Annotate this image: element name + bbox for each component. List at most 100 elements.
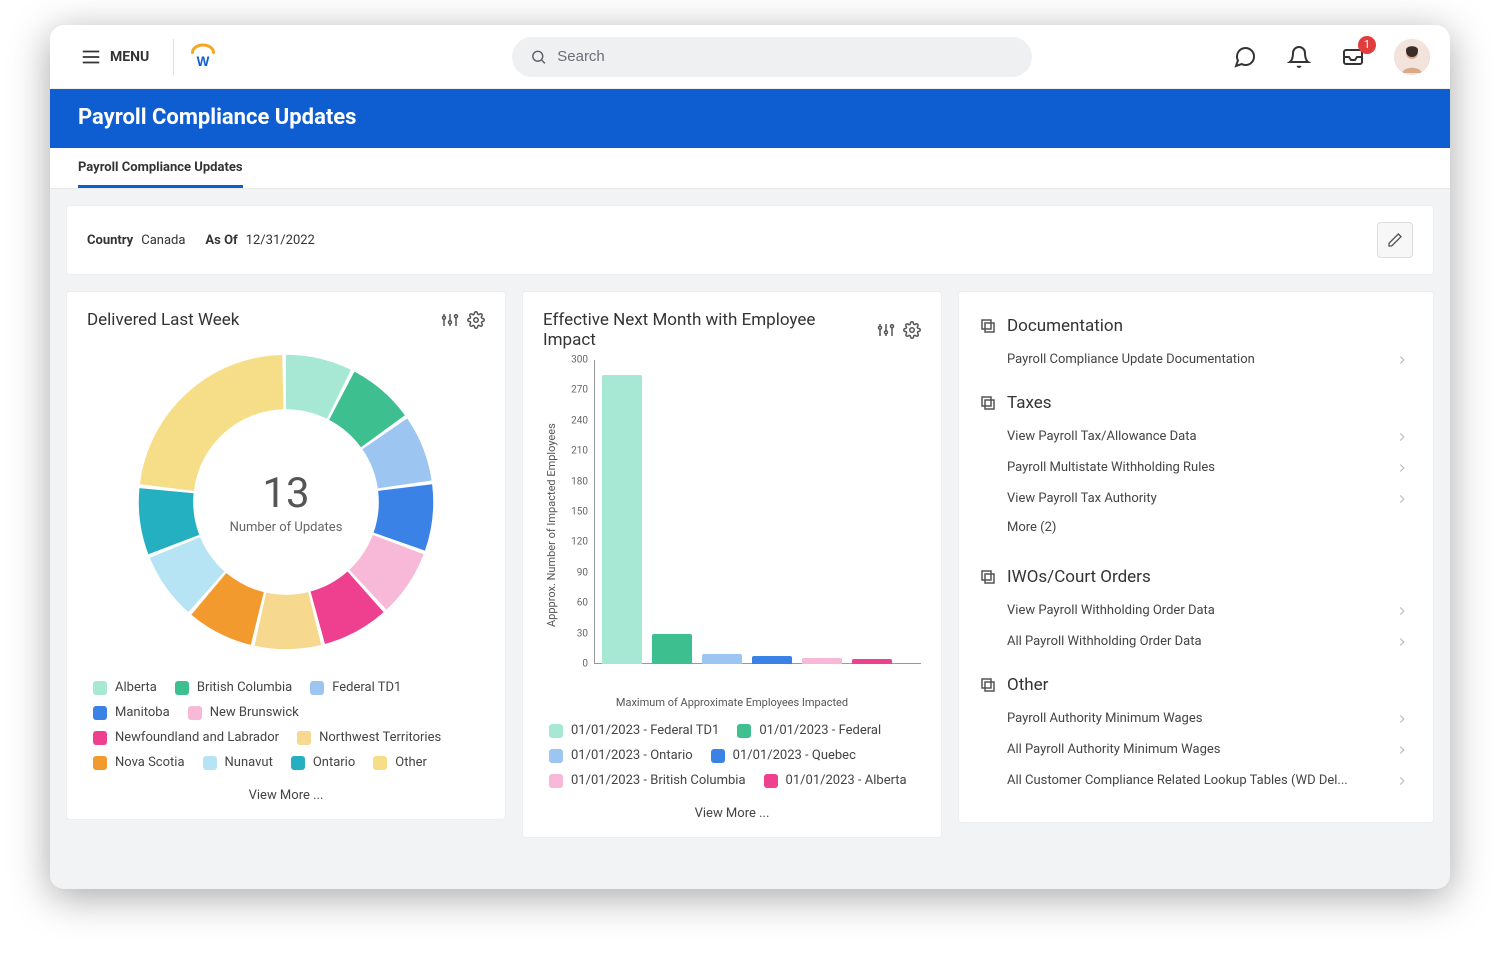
workday-logo[interactable]: W bbox=[188, 42, 218, 72]
y-tick: 0 bbox=[582, 659, 588, 670]
legend-item[interactable]: Manitoba bbox=[93, 705, 170, 720]
divider bbox=[173, 39, 174, 75]
legend-swatch bbox=[93, 706, 107, 720]
legend-item[interactable]: Nova Scotia bbox=[93, 755, 185, 770]
y-tick: 90 bbox=[577, 567, 588, 578]
search-bar[interactable] bbox=[512, 37, 1032, 77]
country-label: Country bbox=[87, 233, 133, 248]
gear-icon[interactable] bbox=[467, 311, 485, 329]
legend-label: Ontario bbox=[313, 755, 355, 770]
y-tick: 150 bbox=[571, 507, 588, 518]
search-input[interactable] bbox=[557, 48, 1014, 65]
link-row[interactable]: All Payroll Withholding Order Data bbox=[979, 626, 1413, 657]
svg-text:W: W bbox=[197, 54, 210, 69]
asof-value: 12/31/2022 bbox=[246, 233, 315, 248]
legend-item[interactable]: Other bbox=[373, 755, 427, 770]
legend-item[interactable]: Federal TD1 bbox=[310, 680, 401, 695]
more-link[interactable]: More (2) bbox=[979, 514, 1413, 549]
y-tick: 300 bbox=[571, 355, 588, 366]
view-more-effective[interactable]: View More ... bbox=[543, 796, 921, 823]
legend-label: 01/01/2023 - Quebec bbox=[733, 748, 856, 763]
legend-label: Federal TD1 bbox=[332, 680, 401, 695]
x-axis-label: Maximum of Approximate Employees Impacte… bbox=[543, 696, 921, 709]
bar[interactable] bbox=[752, 656, 792, 664]
topbar-right: 1 bbox=[1232, 39, 1430, 75]
link-row[interactable]: All Customer Compliance Related Lookup T… bbox=[979, 765, 1413, 796]
legend-item[interactable]: Northwest Territories bbox=[297, 730, 441, 745]
menu-label: MENU bbox=[110, 49, 149, 65]
legend-item[interactable]: 01/01/2023 - Alberta bbox=[764, 773, 907, 788]
search-icon bbox=[530, 48, 547, 66]
topbar: MENU W bbox=[50, 25, 1450, 89]
chat-button[interactable] bbox=[1232, 44, 1258, 70]
gear-icon[interactable] bbox=[903, 321, 921, 339]
stack-icon bbox=[979, 676, 997, 694]
link-row[interactable]: Payroll Compliance Update Documentation bbox=[979, 344, 1413, 375]
tab-payroll-compliance[interactable]: Payroll Compliance Updates bbox=[78, 148, 243, 188]
legend-item[interactable]: Newfoundland and Labrador bbox=[93, 730, 279, 745]
legend-label: British Columbia bbox=[197, 680, 292, 695]
chevron-right-icon bbox=[1395, 492, 1409, 506]
bar[interactable] bbox=[602, 375, 642, 664]
legend-item[interactable]: 01/01/2023 - British Columbia bbox=[549, 773, 746, 788]
link-label: All Payroll Withholding Order Data bbox=[1007, 634, 1202, 649]
country-value: Canada bbox=[141, 233, 185, 248]
legend-item[interactable]: New Brunswick bbox=[188, 705, 299, 720]
legend-label: New Brunswick bbox=[210, 705, 299, 720]
section-title: IWOs/Court Orders bbox=[1007, 567, 1151, 587]
legend-swatch bbox=[291, 756, 305, 770]
link-row[interactable]: View Payroll Tax Authority bbox=[979, 483, 1413, 514]
legend-label: Newfoundland and Labrador bbox=[115, 730, 279, 745]
inbox-button[interactable]: 1 bbox=[1340, 44, 1366, 70]
inbox-badge: 1 bbox=[1358, 36, 1376, 54]
legend-item[interactable]: Nunavut bbox=[203, 755, 273, 770]
bar[interactable] bbox=[802, 658, 842, 664]
legend-item[interactable]: 01/01/2023 - Federal TD1 bbox=[549, 723, 719, 738]
y-tick: 60 bbox=[577, 598, 588, 609]
legend-label: Northwest Territories bbox=[319, 730, 441, 745]
y-tick: 30 bbox=[577, 628, 588, 639]
section-title: Other bbox=[1007, 675, 1048, 695]
chevron-right-icon bbox=[1395, 430, 1409, 444]
link-row[interactable]: View Payroll Withholding Order Data bbox=[979, 595, 1413, 626]
link-label: Payroll Compliance Update Documentation bbox=[1007, 352, 1255, 367]
donut-value: 13 bbox=[262, 469, 309, 518]
legend-item[interactable]: Ontario bbox=[291, 755, 355, 770]
link-row[interactable]: Payroll Authority Minimum Wages bbox=[979, 703, 1413, 734]
card-title: Delivered Last Week bbox=[87, 310, 239, 330]
legend-item[interactable]: 01/01/2023 - Federal bbox=[737, 723, 881, 738]
sliders-icon[interactable] bbox=[877, 321, 895, 339]
link-row[interactable]: View Payroll Tax/Allowance Data bbox=[979, 421, 1413, 452]
link-row[interactable]: Payroll Multistate Withholding Rules bbox=[979, 452, 1413, 483]
legend-item[interactable]: 01/01/2023 - Ontario bbox=[549, 748, 693, 763]
bar[interactable] bbox=[702, 654, 742, 664]
menu-button[interactable]: MENU bbox=[70, 40, 159, 74]
legend-swatch bbox=[549, 724, 563, 738]
section-group: DocumentationPayroll Compliance Update D… bbox=[979, 310, 1413, 375]
legend-item[interactable]: 01/01/2023 - Quebec bbox=[711, 748, 856, 763]
y-tick: 210 bbox=[571, 446, 588, 457]
legend-label: 01/01/2023 - British Columbia bbox=[571, 773, 746, 788]
y-axis-label: Appprox. Number of Impacted Employees bbox=[543, 360, 560, 690]
legend-label: Nova Scotia bbox=[115, 755, 185, 770]
legend-label: Nunavut bbox=[225, 755, 273, 770]
content-area: Country Canada As Of 12/31/2022 Delivere… bbox=[50, 189, 1450, 889]
dashboard-grid: Delivered Last Week 13 bbox=[66, 291, 1434, 838]
legend-item[interactable]: British Columbia bbox=[175, 680, 292, 695]
view-more-delivered[interactable]: View More ... bbox=[87, 778, 485, 805]
bar[interactable] bbox=[652, 634, 692, 664]
legend-label: 01/01/2023 - Federal bbox=[759, 723, 881, 738]
y-tick: 120 bbox=[571, 537, 588, 548]
bar[interactable] bbox=[852, 659, 892, 664]
avatar[interactable] bbox=[1394, 39, 1430, 75]
chevron-right-icon bbox=[1395, 353, 1409, 367]
sliders-icon[interactable] bbox=[441, 311, 459, 329]
legend-item[interactable]: Alberta bbox=[93, 680, 157, 695]
legend-swatch bbox=[93, 756, 107, 770]
legend-swatch bbox=[175, 681, 189, 695]
notifications-button[interactable] bbox=[1286, 44, 1312, 70]
link-row[interactable]: All Payroll Authority Minimum Wages bbox=[979, 734, 1413, 765]
legend-swatch bbox=[203, 756, 217, 770]
legend-swatch bbox=[549, 774, 563, 788]
edit-filters-button[interactable] bbox=[1377, 222, 1413, 258]
